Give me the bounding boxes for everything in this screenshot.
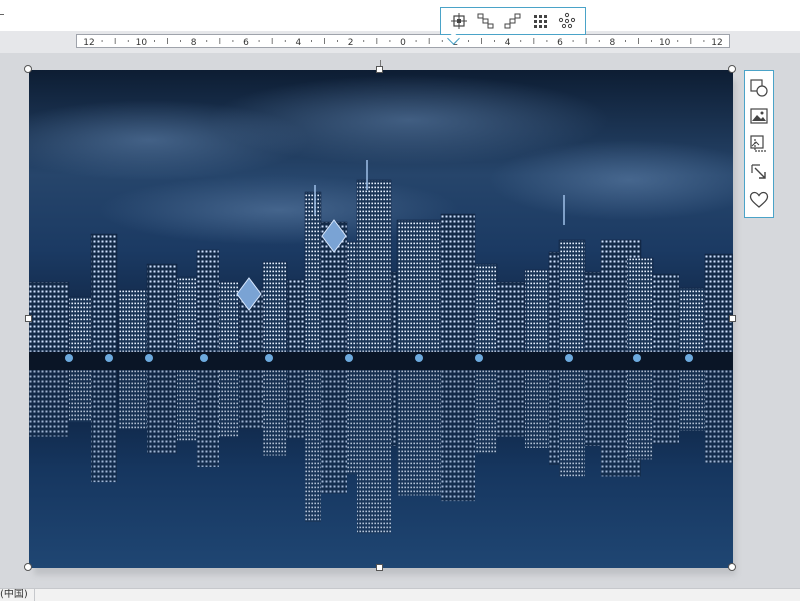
ruler-label: 10 <box>136 38 148 47</box>
stagger-down-icon[interactable] <box>475 10 497 32</box>
resize-handle-right[interactable] <box>729 315 736 322</box>
ruler-label: 6 <box>557 38 563 47</box>
grid-dots-icon[interactable] <box>529 10 551 32</box>
resize-handle-top-right[interactable] <box>728 65 736 73</box>
ruler-label: 12 <box>711 38 722 47</box>
ruler-label: 0 <box>400 38 406 47</box>
language-indicator[interactable]: (中国) <box>0 589 35 601</box>
shape-insert-icon[interactable] <box>747 76 771 100</box>
side-image-toolbar <box>744 70 774 218</box>
resize-handle-left[interactable] <box>25 315 32 322</box>
crop-center-icon[interactable] <box>448 10 470 32</box>
city-skyline-image[interactable] <box>29 70 733 568</box>
scatter-dots-icon[interactable] <box>556 10 578 32</box>
ruler-label: 4 <box>295 38 301 47</box>
resize-handle-bottom-right[interactable] <box>728 563 736 571</box>
ruler-label: 12 <box>83 38 94 47</box>
edge-mark <box>0 14 4 15</box>
stairs-up-icon[interactable] <box>502 10 524 32</box>
resize-handle-top[interactable] <box>376 66 383 73</box>
ruler-label: 6 <box>243 38 249 47</box>
image-icon[interactable] <box>747 104 771 128</box>
ruler-label: 8 <box>191 38 197 47</box>
resize-handle-bottom-left[interactable] <box>24 563 32 571</box>
crop-image-icon[interactable] <box>747 132 771 156</box>
title-area <box>0 0 800 32</box>
heart-icon[interactable] <box>747 188 771 212</box>
horizontal-ruler[interactable]: 12108642024681012 <box>76 34 730 48</box>
status-bar: (中国) <box>0 588 800 601</box>
floating-image-toolbar <box>440 7 586 35</box>
ruler-label: 10 <box>659 38 671 47</box>
resize-handle-bottom[interactable] <box>376 564 383 571</box>
ruler-label: 4 <box>505 38 511 47</box>
resize-handle-top-left[interactable] <box>24 65 32 73</box>
resize-arrow-icon[interactable] <box>747 160 771 184</box>
ruler-label: 2 <box>348 38 354 47</box>
ruler-label: 8 <box>609 38 615 47</box>
